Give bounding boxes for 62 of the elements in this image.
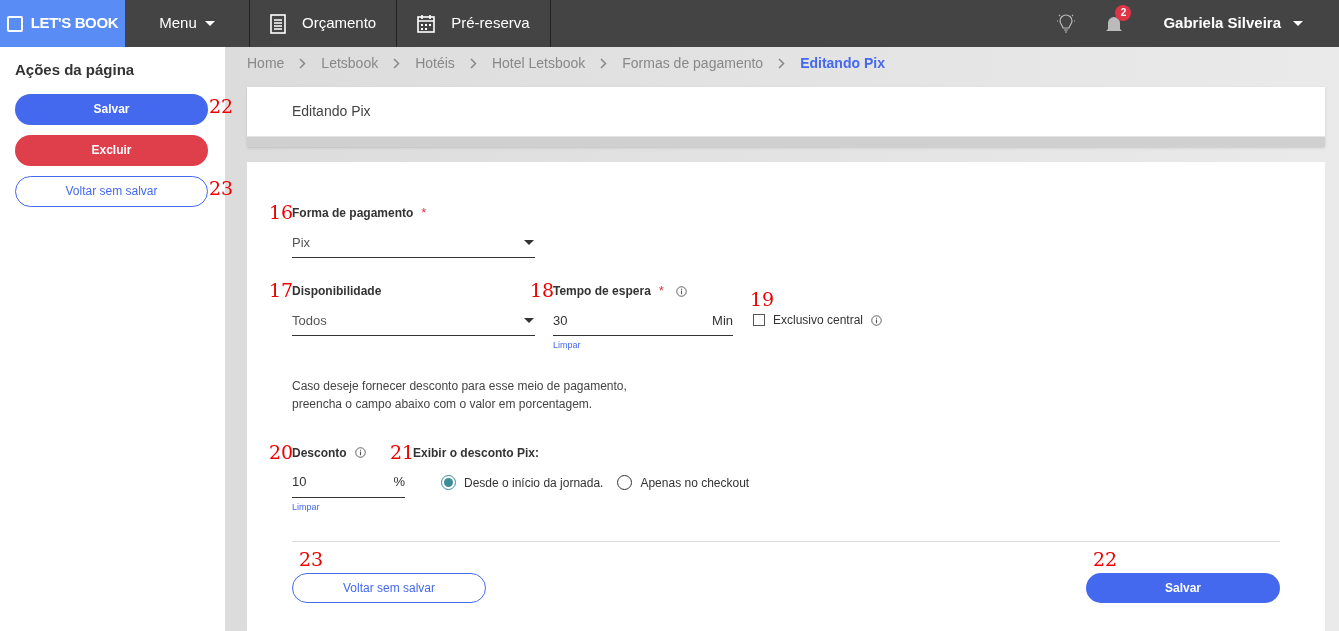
required-mark: * [421, 204, 427, 223]
field-label: Tempo de espera [553, 283, 651, 300]
logo-square-icon [6, 15, 23, 32]
field-label: Forma de pagamento [292, 205, 414, 222]
unit-label: Min [712, 311, 733, 330]
breadcrumb-link[interactable]: Letsbook [321, 53, 379, 74]
input-field[interactable]: 30 Min [553, 306, 733, 336]
field-label: Desconto [292, 444, 347, 462]
annotation-number: 17 [269, 281, 294, 300]
annotation-number: 21 [390, 442, 415, 462]
radio-label: Apenas no checkout [640, 474, 750, 492]
unit-label: % [393, 473, 405, 492]
form-button[interactable]: Voltar sem salvar [292, 573, 486, 603]
calendar-icon [417, 14, 436, 33]
radio-label: Desde o início da jornada. [464, 474, 604, 492]
clear-link[interactable]: Limpar [292, 500, 405, 514]
select-field[interactable]: Todos [292, 306, 535, 336]
breadcrumb-link[interactable]: Hotel Letsbook [491, 53, 586, 74]
field-label: Exibir o desconto Pix: [413, 444, 540, 462]
checkbox[interactable] [753, 314, 765, 326]
clear-link[interactable]: Limpar [553, 339, 733, 353]
caret-icon [204, 21, 215, 26]
breadcrumb-link[interactable]: Formas de pagamento [622, 53, 764, 74]
chevron-icon [299, 58, 307, 69]
breadcrumb-link[interactable]: Home [247, 53, 285, 74]
annotation-number: 19 [750, 290, 775, 309]
info-icon [871, 314, 883, 326]
annotation-number: 16 [269, 203, 294, 222]
sidebar-title: Ações da página [15, 60, 136, 80]
chevron-icon [469, 58, 477, 69]
field-label: Disponibilidade [292, 283, 382, 300]
chevron-icon [778, 58, 786, 69]
breadcrumb-link[interactable]: Editando Pix [800, 53, 885, 74]
annotation-number: 23 [299, 550, 324, 569]
annotation-number: 20 [269, 442, 294, 462]
discount-hint: Caso deseje fornecer desconto para esse meio de pagamento, preencha o campo abaixo com o valor em porcentagem. [292, 377, 628, 413]
lightbulb-icon[interactable] [1055, 12, 1078, 35]
caret-icon [524, 240, 534, 245]
input-field[interactable]: 10 % [292, 467, 405, 498]
annotation-number: 22 [209, 96, 234, 116]
chevron-icon [393, 58, 401, 69]
annotation-number: 22 [1093, 550, 1118, 569]
caret-icon [524, 318, 534, 323]
caret-icon [1293, 21, 1303, 26]
breadcrumb-link[interactable]: Hotéis [415, 53, 455, 74]
logo-text: LET'S BOOK [30, 13, 119, 34]
select-field[interactable]: Pix [292, 228, 535, 258]
user-menu[interactable]: Gabriela Silveira [1163, 0, 1339, 47]
page-title: Editando Pix [292, 102, 371, 121]
sidebar-button[interactable]: Voltar sem salvar [15, 175, 208, 207]
annotation-number: 23 [209, 178, 234, 198]
chevron-icon [600, 58, 608, 69]
sidebar-button[interactable]: Salvar [15, 93, 208, 125]
document-icon [270, 13, 286, 34]
required-mark: * [658, 282, 664, 301]
info-icon [354, 447, 366, 458]
checkbox-label: Exclusivo central [773, 312, 864, 329]
notification-badge: 2 [1115, 4, 1132, 21]
info-icon [675, 285, 687, 297]
sidebar-button[interactable]: Excluir [15, 134, 208, 166]
logo[interactable]: LET'S BOOK [0, 0, 125, 47]
form-button[interactable]: Salvar [1086, 573, 1280, 603]
